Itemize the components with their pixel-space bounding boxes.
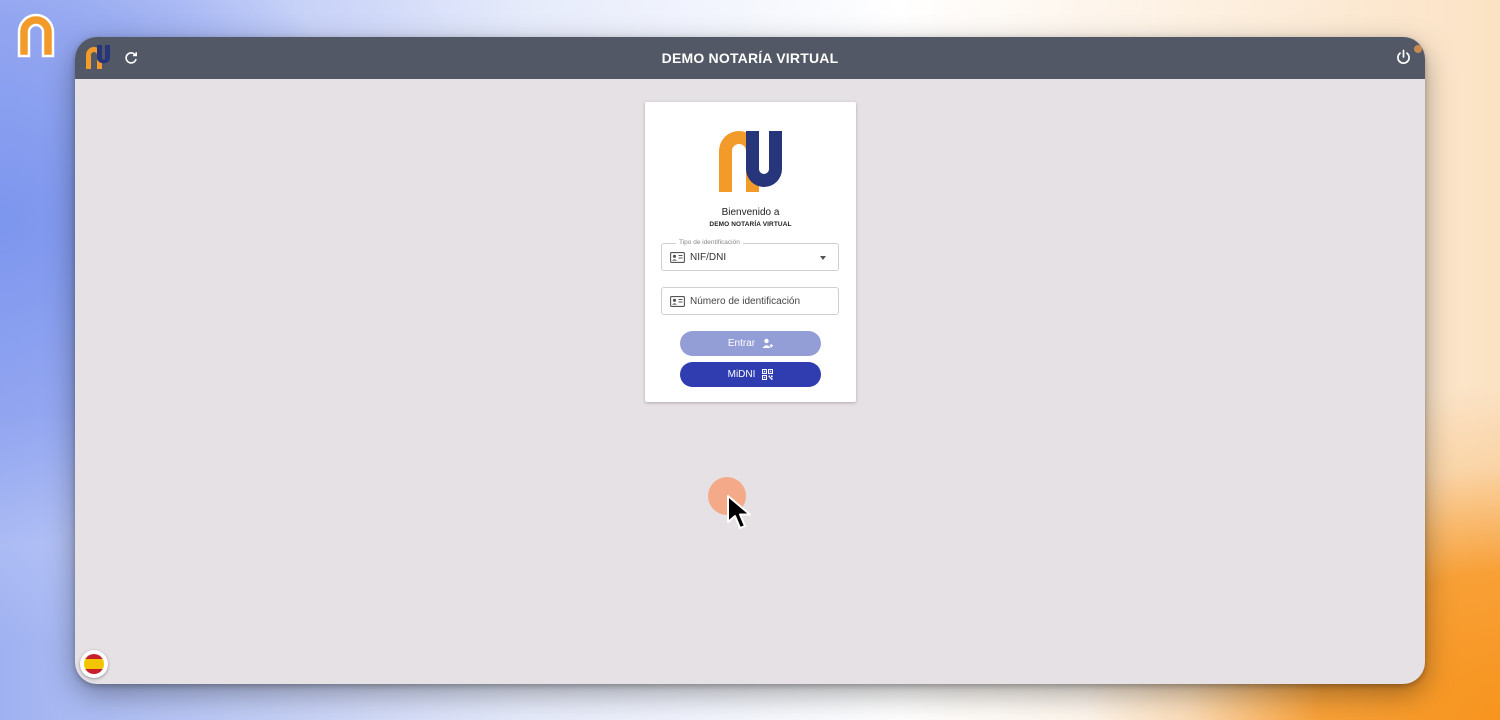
power-icon[interactable] bbox=[1395, 49, 1412, 66]
app-title: DEMO NOTARÍA VIRTUAL bbox=[661, 50, 839, 66]
mouse-pointer-icon bbox=[727, 495, 751, 529]
id-type-label: Tipo de identificación bbox=[676, 239, 743, 247]
spain-flag-icon bbox=[84, 654, 104, 674]
enter-button[interactable]: Entrar bbox=[680, 331, 821, 356]
welcome-text: Bienvenido a bbox=[721, 207, 780, 218]
notary-logo-icon bbox=[719, 131, 782, 192]
midni-button[interactable]: MiDNI bbox=[680, 362, 821, 387]
id-number-field[interactable] bbox=[661, 287, 839, 315]
id-type-value: NIF/DNI bbox=[690, 251, 727, 263]
notary-name: DEMO NOTARÍA VIRTUAL bbox=[709, 221, 792, 228]
brand-logo-icon bbox=[17, 13, 55, 58]
id-number-input[interactable] bbox=[690, 295, 830, 307]
login-card: Bienvenido a DEMO NOTARÍA VIRTUAL Tipo d… bbox=[645, 102, 856, 402]
chevron-down-icon[interactable] bbox=[820, 256, 826, 260]
enter-button-label: Entrar bbox=[727, 338, 756, 349]
id-type-select[interactable]: Tipo de identificación NIF/DNI bbox=[661, 239, 839, 271]
qr-code-icon bbox=[762, 369, 774, 380]
id-card-icon bbox=[670, 295, 685, 307]
refresh-icon[interactable] bbox=[123, 50, 139, 66]
app-window: DEMO NOTARÍA VIRTUAL Bienvenido a DEMO N… bbox=[75, 37, 1425, 684]
app-logo-icon bbox=[86, 45, 110, 69]
status-dot bbox=[1414, 45, 1422, 53]
person-add-icon bbox=[762, 338, 774, 348]
id-card-icon bbox=[670, 251, 685, 263]
midni-button-label: MiDNI bbox=[727, 369, 756, 380]
language-selector[interactable] bbox=[80, 650, 108, 678]
top-bar: DEMO NOTARÍA VIRTUAL bbox=[75, 37, 1425, 79]
